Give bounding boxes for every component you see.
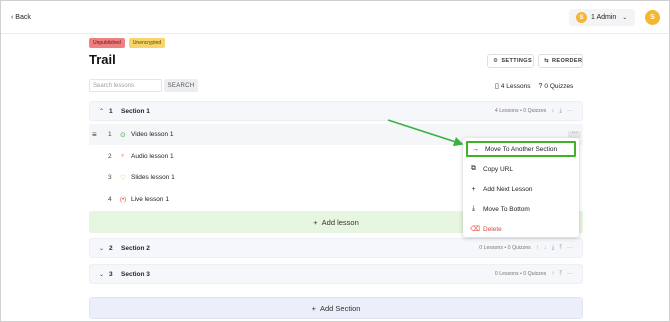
live-icon: (•) [120, 196, 127, 203]
lesson-number: 3 [108, 174, 112, 181]
back-link[interactable]: ‹ Back [11, 14, 31, 21]
move-up-icon[interactable]: ↑ [536, 245, 539, 251]
lesson-more-button[interactable]: ··· [568, 130, 581, 138]
plus-icon: + [471, 185, 476, 193]
section-number: 2 [109, 244, 113, 252]
status-badges: Unpublished Unencrypted [89, 38, 166, 48]
add-lesson-label: Add lesson [321, 217, 359, 227]
section-header-2[interactable]: ⌄ 2 Section 2 0 Lessons • 0 Quizzes ↑ ↓ … [89, 238, 583, 258]
plus-icon: + [311, 303, 316, 313]
audio-icon: ♆ [120, 153, 126, 160]
book-icon: ▯ [495, 83, 499, 90]
move-top-icon[interactable]: ⤒ [559, 271, 562, 278]
arrow-right-icon: → [472, 145, 479, 153]
lesson-title[interactable]: Audio lesson 1 [131, 153, 174, 160]
move-down-icon[interactable]: ↓ [544, 245, 547, 251]
user-avatar[interactable]: S [645, 10, 660, 25]
slides-icon: ♡ [120, 174, 127, 182]
section-number: 1 [109, 107, 113, 115]
settings-button-label: SETTINGS [501, 58, 533, 64]
link-icon: ⧉ [471, 165, 476, 172]
lesson-context-menu: → Move To Another Section ⧉ Copy URL + A… [463, 138, 579, 237]
chevron-down-icon[interactable]: ⌄ [99, 271, 104, 278]
chevron-down-icon[interactable]: ⌄ [99, 245, 104, 252]
trash-icon: ⌫ [470, 226, 480, 233]
quizzes-count: ? 0 Quizzes [538, 82, 574, 90]
search-input[interactable]: Search lessons [89, 79, 162, 92]
admin-avatar: S [576, 12, 587, 23]
section-meta: 4 Lessons • 0 Quizzes ↓ ⤓ ··· [494, 107, 573, 115]
add-section-button[interactable]: + Add Section [89, 297, 583, 319]
chevron-down-icon: ⌄ [622, 15, 628, 21]
admin-label: 1 Admin [591, 14, 617, 21]
lessons-count: ▯ 4 Lessons [495, 83, 531, 90]
menu-item-move-to-another-section[interactable]: → Move To Another Section [466, 141, 576, 157]
question-icon: ? [538, 82, 543, 90]
lesson-title[interactable]: Video lesson 1 [131, 131, 174, 138]
section-meta: 0 Lessons • 0 Quizzes ↑ ⤒ ··· [494, 270, 573, 278]
add-section-label: Add Section [319, 303, 361, 313]
top-bar: ‹ Back S 1 Admin ⌄ S [1, 1, 669, 34]
status-badge-unencrypted: Unencrypted [128, 38, 166, 48]
section-title: Section 1 [121, 107, 150, 115]
move-bottom-icon: ⤓ [471, 205, 476, 212]
lesson-title[interactable]: Slides lesson 1 [131, 174, 175, 181]
lesson-number: 4 [108, 196, 112, 203]
move-bottom-icon[interactable]: ⤓ [552, 245, 555, 252]
drag-handle-icon[interactable]: ≡ [92, 130, 97, 139]
section-number: 3 [109, 270, 113, 278]
video-icon: ⊙ [120, 131, 126, 139]
gear-icon: ⚙ [493, 58, 499, 64]
section-header-3[interactable]: ⌄ 3 Section 3 0 Lessons • 0 Quizzes ↑ ⤒ … [89, 264, 583, 284]
app-window: ‹ Back S 1 Admin ⌄ S Unpublished Unencry… [0, 0, 670, 322]
move-up-icon[interactable]: ↑ [551, 271, 554, 277]
search-button[interactable]: SEARCH [164, 79, 198, 92]
move-bottom-icon[interactable]: ⤓ [559, 108, 562, 115]
move-top-icon[interactable]: ⤒ [559, 245, 562, 252]
reorder-icon: ⇆ [544, 58, 550, 64]
move-down-icon[interactable]: ↓ [551, 108, 554, 114]
menu-item-delete[interactable]: ⌫ Delete [466, 221, 576, 237]
reorder-button-label: REORDER [552, 58, 583, 64]
more-icon[interactable]: ··· [567, 245, 573, 251]
section-header-1[interactable]: ⌃ 1 Section 1 4 Lessons • 0 Quizzes ↓ ⤓ … [89, 101, 583, 121]
section-meta: 0 Lessons • 0 Quizzes ↑ ↓ ⤓ ⤒ ··· [479, 244, 573, 252]
chevron-up-icon[interactable]: ⌃ [99, 108, 104, 115]
section-title: Section 3 [121, 270, 150, 278]
settings-button[interactable]: ⚙ SETTINGS [487, 54, 534, 68]
menu-item-add-next-lesson[interactable]: + Add Next Lesson [466, 181, 576, 197]
lesson-number: 2 [108, 153, 112, 160]
lesson-number: 1 [108, 131, 112, 138]
reorder-button[interactable]: ⇆ REORDER [538, 54, 583, 68]
page-title: Trail [89, 52, 116, 67]
plus-icon: + [313, 217, 318, 227]
course-counts: ▯ 4 Lessons ? 0 Quizzes [495, 82, 574, 91]
admin-switcher[interactable]: S 1 Admin ⌄ [569, 9, 635, 26]
lesson-title[interactable]: Live lesson 1 [131, 196, 169, 203]
status-badge-unpublished: Unpublished [89, 38, 125, 48]
menu-item-move-to-bottom[interactable]: ⤓ Move To Bottom [466, 201, 576, 217]
menu-item-copy-url[interactable]: ⧉ Copy URL [466, 161, 576, 177]
more-icon[interactable]: ··· [567, 108, 573, 114]
section-title: Section 2 [121, 244, 150, 252]
more-icon[interactable]: ··· [567, 271, 573, 277]
